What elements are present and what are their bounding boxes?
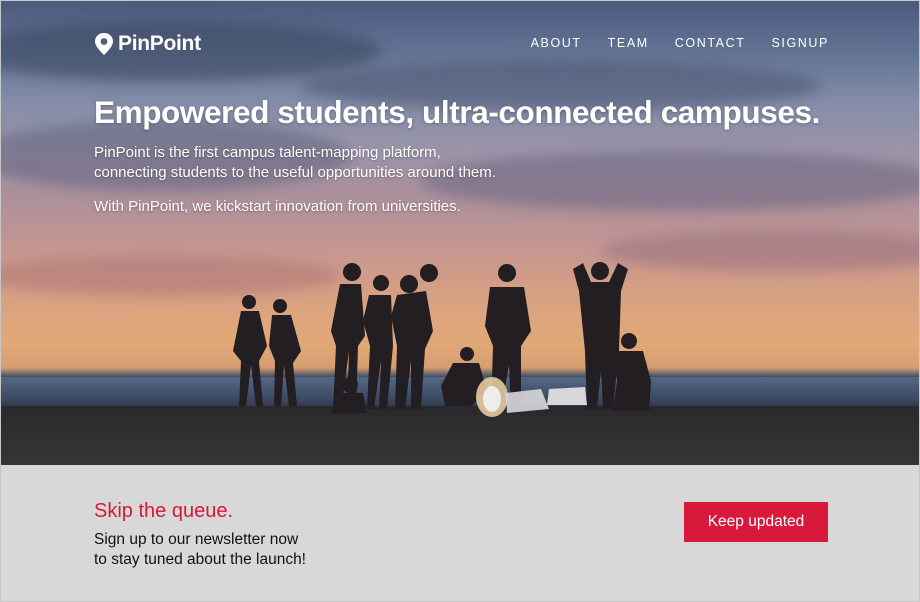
top-nav: ABOUT TEAM CONTACT SIGNUP xyxy=(531,36,829,50)
nav-contact-link[interactable]: CONTACT xyxy=(675,36,746,50)
cta-description-line2: to stay tuned about the launch! xyxy=(94,551,306,568)
hero-tagline: With PinPoint, we kickstart innovation f… xyxy=(94,198,461,215)
nav-team-link[interactable]: TEAM xyxy=(608,36,649,50)
hero-section: PinPoint ABOUT TEAM CONTACT SIGNUP Empow… xyxy=(1,1,919,465)
keep-updated-button[interactable]: Keep updated xyxy=(684,502,828,542)
hero-description: PinPoint is the first campus talent-mapp… xyxy=(94,143,564,183)
cta-description: Sign up to our newsletter now to stay tu… xyxy=(94,530,354,570)
hero-description-line2: connecting students to the useful opport… xyxy=(94,164,496,181)
page: PinPoint ABOUT TEAM CONTACT SIGNUP Empow… xyxy=(0,0,920,602)
hero-overlay xyxy=(1,1,919,465)
brand-name: PinPoint xyxy=(118,32,201,55)
brand-logo[interactable]: PinPoint xyxy=(94,32,201,56)
map-pin-icon xyxy=(95,33,113,55)
cta-description-line1: Sign up to our newsletter now xyxy=(94,531,299,548)
nav-signup-link[interactable]: SIGNUP xyxy=(771,36,829,50)
hero-description-line1: PinPoint is the first campus talent-mapp… xyxy=(94,144,441,161)
cta-title: Skip the queue. xyxy=(94,500,233,522)
hero-headline: Empowered students, ultra-connected camp… xyxy=(94,94,820,130)
nav-about-link[interactable]: ABOUT xyxy=(531,36,582,50)
